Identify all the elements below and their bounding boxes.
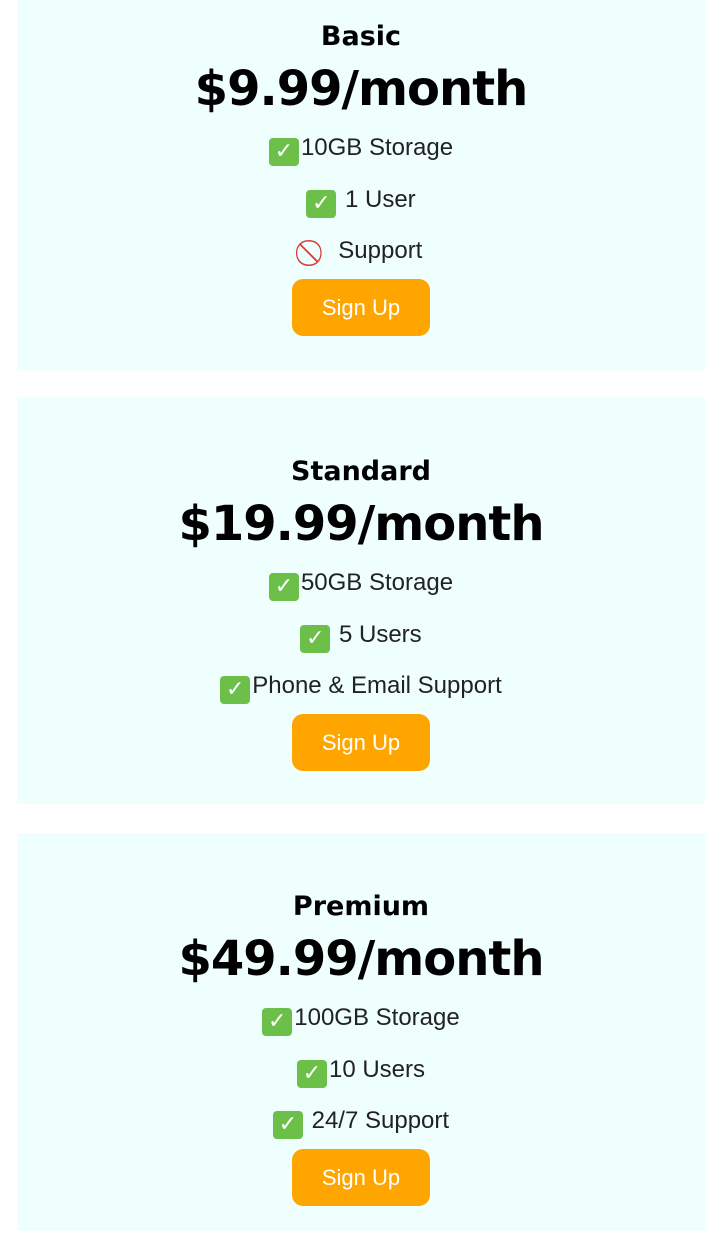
feature-item: ✓ 10GB Storage: [17, 122, 705, 174]
sign-up-button[interactable]: Sign Up: [292, 1148, 430, 1206]
feature-item: ✓ 1 User: [17, 174, 705, 226]
feature-item: ✓ 5 Users: [17, 609, 705, 661]
plan-name: Premium: [292, 891, 430, 922]
pricing-card-premium: Premium $49.99/month ✓ 100GB Storage ✓ 10 …: [17, 833, 705, 1231]
feature-item: ⃠ Support: [17, 225, 705, 277]
plan-name: Standard: [291, 456, 431, 487]
feature-text: Phone & Email Support: [252, 672, 502, 699]
feature-list: ✓ 100GB Storage ✓ 10 Users ✓ 24/7 Support: [17, 992, 705, 1147]
pricing-card-content: Basic $9.99/month ✓ 10GB Storage ✓ 1 User…: [17, 18, 705, 336]
feature-text: 100GB Storage: [294, 1004, 460, 1031]
feature-item: ✓ 10 Users: [17, 1044, 705, 1096]
feature-item: ✓ 100GB Storage: [17, 992, 705, 1044]
sign-up-button[interactable]: Sign Up: [292, 278, 430, 336]
pricing-card-content: Standard $19.99/month ✓ 50GB Storage ✓ 5 …: [17, 453, 705, 771]
feature-text: 5 Users: [332, 620, 422, 648]
check-icon: ✓: [220, 676, 251, 704]
feature-text: 10GB Storage: [300, 134, 454, 161]
check-icon: ✓: [268, 573, 299, 601]
feature-text: 10 Users: [328, 1055, 426, 1083]
feature-list: ✓ 50GB Storage ✓ 5 Users ✓ Phone & Email S…: [17, 557, 705, 712]
plan-price: $19.99/month: [178, 496, 544, 552]
plan-name: Basic: [320, 21, 402, 52]
feature-text: 24/7 Support: [304, 1107, 450, 1134]
pricing-card-standard: Standard $19.99/month ✓ 50GB Storage ✓ 5 …: [17, 398, 705, 804]
check-icon: ✓: [268, 138, 299, 166]
plan-price: $9.99/month: [194, 61, 529, 117]
pricing-page: Basic $9.99/month ✓ 10GB Storage ✓ 1 User…: [0, 0, 720, 1234]
feature-item: ✓ 50GB Storage: [17, 557, 705, 609]
prohibited-icon: ⃠: [300, 239, 330, 267]
check-icon: ✓: [296, 1059, 327, 1088]
check-icon: ✓: [262, 1008, 293, 1036]
feature-list: ✓10GB Storage ✓ 1 User ⃠ Support: [17, 122, 705, 277]
feature-text: Support: [331, 237, 423, 264]
feature-text: 1 User: [338, 185, 416, 213]
feature-item: ✓ Phone & Email Support: [17, 660, 705, 712]
check-icon: ✓: [300, 624, 331, 653]
pricing-card-content: Premium $49.99/month ✓ 100GB Storage ✓ 10 …: [17, 888, 705, 1206]
feature-item: ✓ 24/7 Support: [17, 1095, 705, 1147]
pricing-card-basic: Basic $9.99/month ✓ 10GB Storage ✓ 1 User…: [17, 0, 705, 370]
plan-price: $49.99/month: [178, 931, 544, 987]
sign-up-button[interactable]: Sign Up: [292, 713, 430, 771]
feature-text: 50GB Storage: [300, 569, 454, 596]
check-icon: ✓: [272, 1111, 303, 1139]
check-icon: ✓: [306, 189, 337, 218]
